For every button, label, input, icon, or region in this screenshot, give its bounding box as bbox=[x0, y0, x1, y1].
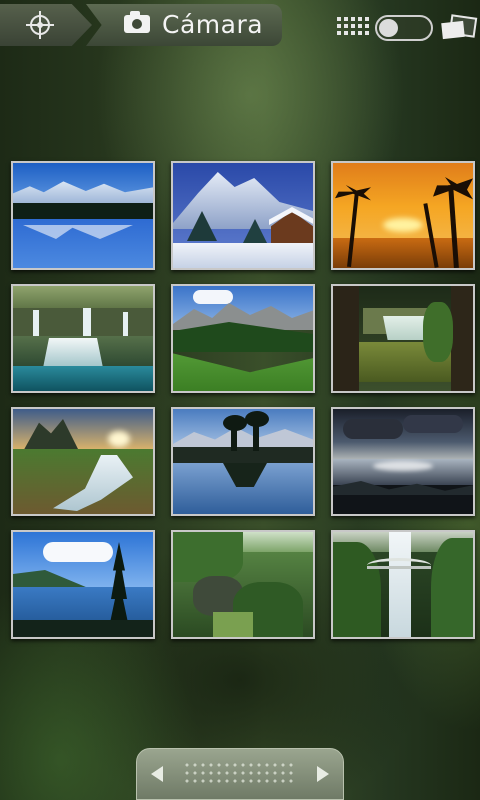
grid-view-icon[interactable] bbox=[337, 17, 369, 39]
gallery-thumbnail-snow-cabin[interactable] bbox=[171, 161, 315, 270]
gallery-thumbnail-cascading-waterfalls[interactable] bbox=[11, 284, 155, 393]
gallery-thumbnail-green-valley-rocks[interactable] bbox=[171, 530, 315, 639]
gallery-thumbnail-snowy-mountain-lake[interactable] bbox=[11, 161, 155, 270]
gallery-thumbnail-dark-sea-clouds[interactable] bbox=[331, 407, 475, 516]
gallery-thumbnail-mountain-stream-sunset[interactable] bbox=[11, 407, 155, 516]
scroll-handle[interactable] bbox=[183, 761, 297, 787]
top-bar: Cámara bbox=[0, 0, 480, 52]
arrow-right-icon[interactable] bbox=[317, 766, 329, 782]
page-title[interactable]: Cámara bbox=[162, 10, 263, 39]
location-button[interactable] bbox=[0, 4, 92, 46]
gallery-thumbnail-tall-waterfall-bridge[interactable] bbox=[331, 530, 475, 639]
gallery-thumbnail-mountain-reflection-lake[interactable] bbox=[171, 407, 315, 516]
toggle-knob bbox=[379, 19, 398, 37]
arrow-left-icon[interactable] bbox=[151, 766, 163, 782]
location-target-icon bbox=[26, 11, 54, 39]
photo-stack-icon[interactable] bbox=[441, 14, 478, 42]
camera-icon bbox=[124, 11, 150, 33]
view-toggle[interactable] bbox=[375, 15, 433, 41]
bottom-navigation-bar[interactable] bbox=[136, 748, 344, 800]
gallery-thumbnail-alpine-meadow[interactable] bbox=[171, 284, 315, 393]
gallery-thumbnail-lake-pine-tree[interactable] bbox=[11, 530, 155, 639]
gallery-thumbnail-palm-sunset[interactable] bbox=[331, 161, 475, 270]
gallery-thumbnail-forest-waterfall[interactable] bbox=[331, 284, 475, 393]
